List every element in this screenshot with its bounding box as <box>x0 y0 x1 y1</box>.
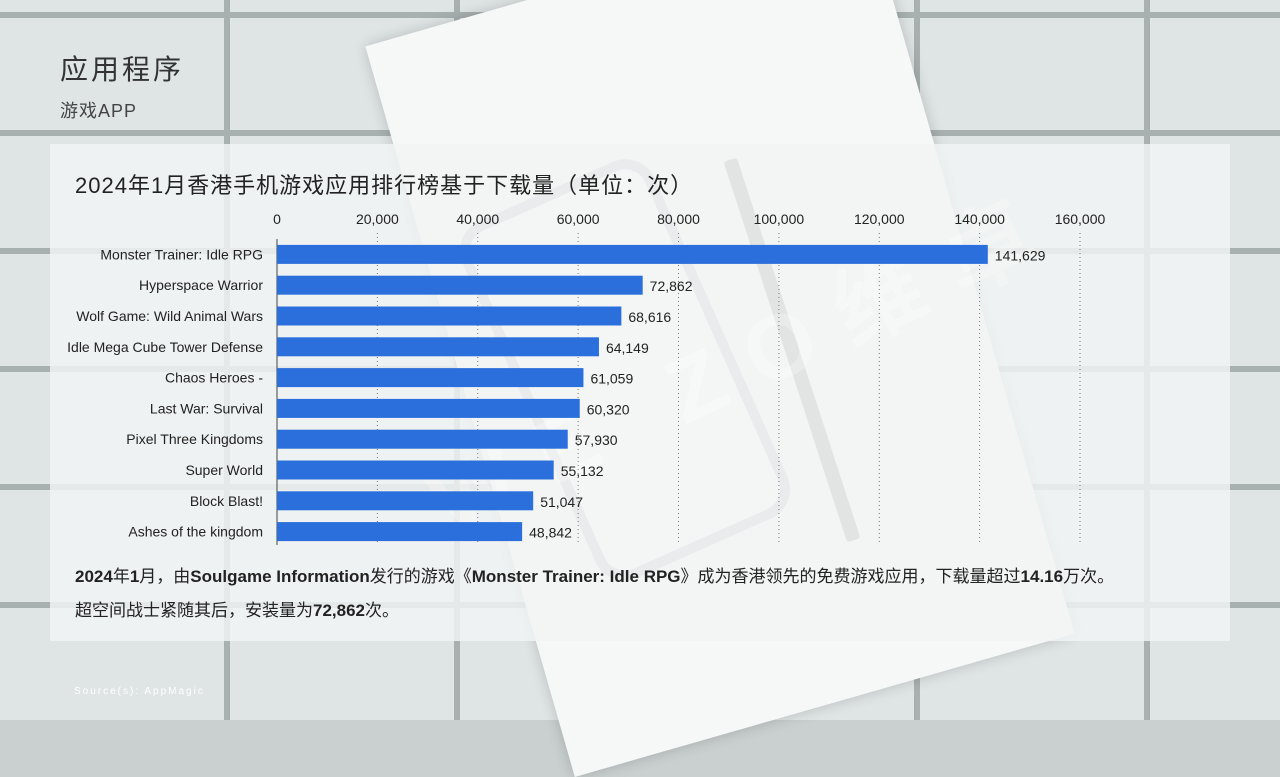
bar <box>277 460 554 480</box>
data-label: 55,132 <box>561 463 604 479</box>
data-label: 68,616 <box>628 309 671 325</box>
description-text: 次。 <box>365 601 399 620</box>
category-label: Hyperspace Warrior <box>139 277 263 293</box>
description-text: 2024 <box>75 567 113 586</box>
category-label: Super World <box>185 462 263 478</box>
description-text: Monster Trainer: Idle RPG <box>471 567 681 586</box>
category-label: Pixel Three Kingdoms <box>126 431 263 447</box>
data-label: 61,059 <box>590 371 633 387</box>
data-label: 60,320 <box>587 401 630 417</box>
bar <box>277 368 584 388</box>
x-tick-label: 40,000 <box>456 211 499 227</box>
bar <box>277 522 523 542</box>
category-label: Wolf Game: Wild Animal Wars <box>76 308 263 324</box>
x-tick-label: 60,000 <box>557 211 600 227</box>
description-line-1: 2024年1月，由Soulgame Information发行的游戏《Monst… <box>75 560 1225 594</box>
description-text: 14.16 <box>1020 567 1064 586</box>
bar <box>277 398 580 418</box>
description-text: 月，由 <box>139 567 191 586</box>
x-tick-label: 20,000 <box>356 211 399 227</box>
description-text: 超空间战士紧随其后，安装量为 <box>75 601 313 620</box>
x-tick-label: 0 <box>273 211 281 227</box>
description-text: 万次。 <box>1063 567 1115 586</box>
data-label: 48,842 <box>529 525 572 541</box>
x-tick-label: 120,000 <box>854 211 905 227</box>
bar <box>277 306 622 326</box>
description-text: 》成为香港领先的免费游戏应用，下载量超过 <box>680 567 1021 586</box>
description-text: 72,862 <box>313 601 365 620</box>
bar <box>277 275 643 295</box>
category-label: Idle Mega Cube Tower Defense <box>67 339 263 355</box>
description: 2024年1月，由Soulgame Information发行的游戏《Monst… <box>75 560 1225 628</box>
category-label: Monster Trainer: Idle RPG <box>100 246 263 262</box>
description-text: 年 <box>112 567 130 586</box>
category-label: Last War: Survival <box>150 400 263 416</box>
source-note: Source(s): AppMagic <box>74 686 205 697</box>
category-label: Block Blast! <box>190 493 263 509</box>
description-line-2: 超空间战士紧随其后，安装量为72,862次。 <box>75 594 1225 628</box>
bar <box>277 244 988 264</box>
data-label: 141,629 <box>995 247 1046 263</box>
bar <box>277 491 534 511</box>
x-tick-label: 80,000 <box>657 211 700 227</box>
x-tick-label: 160,000 <box>1055 211 1106 227</box>
description-text: Soulgame Information <box>190 567 370 586</box>
category-label: Ashes of the kingdom <box>128 524 263 540</box>
data-label: 64,149 <box>606 340 649 356</box>
data-label: 51,047 <box>540 494 583 510</box>
data-label: 72,862 <box>650 278 693 294</box>
x-tick-label: 100,000 <box>754 211 805 227</box>
x-tick-label: 140,000 <box>954 211 1005 227</box>
category-label: Chaos Heroes - <box>165 370 263 386</box>
description-text: 1 <box>129 567 140 586</box>
description-text: 发行的游戏《 <box>369 567 472 586</box>
bar <box>277 337 599 357</box>
data-label: 57,930 <box>575 432 618 448</box>
bar <box>277 429 568 449</box>
